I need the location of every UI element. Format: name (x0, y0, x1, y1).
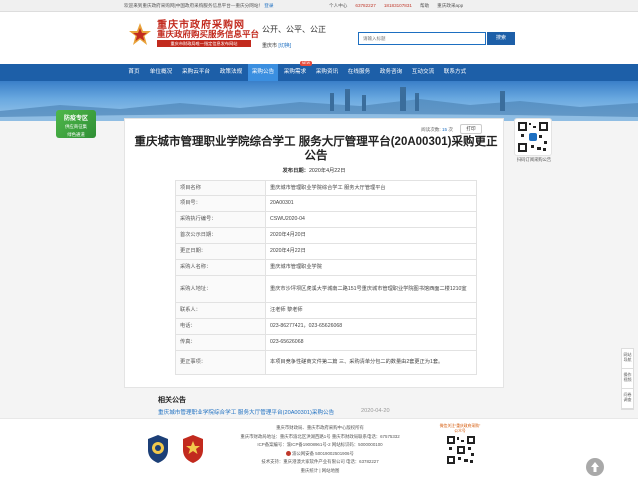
search-input[interactable] (358, 32, 486, 45)
row-value: 重庆市沙坪坝区虎溪大学城南二路151号重庆城市管理职业学院图书馆西面二楼1210… (265, 275, 477, 303)
row-key: 项目名称 (175, 180, 266, 196)
row-key: 电话： (175, 318, 266, 335)
nav-item-cloud[interactable]: 采购云平台 (178, 64, 214, 81)
nav-item-consult[interactable]: 政务咨询 (376, 64, 406, 81)
epidemic-promo-card[interactable]: 防疫专区 供应商征集 绿色通道 (56, 110, 96, 138)
tool-site-nav[interactable]: 网站导航 (622, 349, 633, 369)
row-key: 首次公示日期： (175, 227, 266, 244)
table-row: 项目号： 20A00301 (175, 195, 477, 212)
nav-item-announcement[interactable]: 采购公告 (248, 64, 278, 81)
side-qr-caption: 扫码订阅采购公告 (516, 157, 552, 162)
table-row: 电话： 023-86277421，023-65626068 (175, 318, 477, 335)
phone-number: 63782227 (355, 3, 376, 8)
row-key: 联系人： (175, 302, 266, 319)
logo-tagline: 重庆市财政局唯一指定信息发布网站 (157, 40, 251, 47)
tool-survey[interactable]: 问卷调查 (622, 389, 633, 409)
slogan: 公开、公平、公正 (262, 25, 326, 34)
top-bar: 欢迎来到重庆政府采购网|中国政府采购服务信息平台—重庆分网站！ 登录 个人中心 … (0, 0, 638, 12)
promo-line-1: 供应商征集 (65, 124, 87, 129)
row-value: 20A00301 (265, 195, 477, 212)
footer-address: 重庆市财政局地址：重庆市渝北区洪湖西路1号 重庆市财政局联系电话：6757533… (240, 433, 400, 439)
row-value: 023-86277421，023-65626068 (265, 318, 477, 335)
back-to-top-button[interactable] (586, 458, 604, 476)
promo-line-2: 绿色通道 (67, 131, 85, 137)
table-row: 采购人地址： 重庆市沙坪坝区虎溪大学城南二路151号重庆城市管理职业学院图书馆西面… (175, 275, 477, 303)
police-badge-icon (286, 451, 292, 457)
print-button[interactable]: 打印 (460, 124, 482, 134)
search-button[interactable]: 搜索 (487, 32, 515, 45)
floating-tools: 网站导航 操作视频 问卷调查 (621, 348, 634, 410)
subscribe-qr-code (514, 118, 552, 156)
row-value: 重庆城市管理职业学院综合学工 服务大厅管理平台 (265, 180, 477, 196)
nav-item-online-service[interactable]: 在线服务 (344, 64, 374, 81)
new-badge: NEW (299, 61, 312, 66)
help-link[interactable]: 帮助 (420, 0, 429, 12)
login-link[interactable]: 登录 (264, 3, 273, 8)
row-key: 项目号： (175, 195, 266, 212)
row-key: 采购人地址： (175, 275, 266, 303)
wechat-qr-caption: 微信关注“重庆政府采购” 公众号 (439, 424, 481, 433)
nav-item-home[interactable]: 首页 (124, 64, 144, 81)
table-row: 联系人： 汪老师 黎老师 (175, 302, 477, 319)
police-emblem-icon[interactable] (146, 434, 170, 464)
nav-item-policy[interactable]: 政策法规 (216, 64, 246, 81)
table-row: 更正事项： 本项目竞争性磋商文件第二篇 三、采购清单分包二的数量由2套更正为1套。 (175, 350, 477, 375)
app-link[interactable]: 重庆政采app (437, 0, 463, 12)
row-value: 汪老师 黎老师 (265, 302, 477, 319)
phone-number-2: 18183107831 (383, 3, 412, 8)
table-row: 首次公示日期： 2020年4月20日 (175, 227, 477, 244)
row-key: 更正日期： (175, 243, 266, 260)
row-key: 采购人名称： (175, 259, 266, 276)
row-value: 2020年4月22日 (265, 243, 477, 260)
footer-copyright: 重庆市财政局、重庆市政府采购中心版权所有 (276, 425, 364, 430)
related-title: 相关公告 (158, 397, 186, 404)
promo-title: 防疫专区 (63, 116, 88, 122)
article-title: 重庆城市管理职业学院综合学工 服务大厅管理平台(20A00301)采购更正公告 (134, 136, 498, 162)
related-link[interactable]: 重庆城市管理职业学院综合学工 服务大厅管理平台(20A00301)采购公告 (158, 408, 334, 416)
row-value: 重庆城市管理职业学院 (265, 259, 477, 276)
arrow-up-icon (591, 462, 599, 472)
footer-info: 重庆市财政局、重庆市政府采购中心版权所有 重庆市财政局地址：重庆市渝北区洪湖西路… (200, 424, 440, 476)
site-logo-icon[interactable] (128, 22, 152, 48)
footer-links[interactable]: 重庆统计 | 网站地图 (200, 467, 440, 476)
footer-police: 渝公网安备 50019002501906号 (200, 450, 440, 459)
nav-item-interact[interactable]: 互动交流 (408, 64, 438, 81)
row-value: CSWU2020-04 (265, 211, 477, 228)
table-row: 项目名称 重庆城市管理职业学院综合学工 服务大厅管理平台 (175, 180, 477, 196)
region-selector[interactable]: 重庆市 [切换] (262, 42, 291, 49)
tool-video[interactable]: 操作视频 (622, 369, 633, 389)
row-key: 更正事项： (175, 350, 266, 375)
footer-support: 技术支持：重庆港澳大家软件产业有限公司 电话：63782227 (261, 459, 379, 465)
row-key: 采购执行编号： (175, 211, 266, 228)
row-key: 传真： (175, 334, 266, 351)
related-date: 2020-04-20 (361, 408, 390, 414)
main-nav: 首页 单位概况 采购云平台 政策法规 采购公告 采购需求 NEW 采购资讯 在线服… (0, 61, 638, 81)
table-row: 传真： 023-65626068 (175, 334, 477, 351)
logo-subtitle: 重庆政府购买服务信息平台 (157, 29, 260, 39)
row-value: 023-65626068 (265, 334, 477, 351)
nav-item-demand[interactable]: 采购需求 NEW (280, 61, 312, 81)
table-row: 更正日期： 2020年4月22日 (175, 243, 477, 260)
wechat-qr-icon (447, 436, 475, 464)
site-header (0, 12, 638, 64)
qr-code-icon (518, 122, 548, 152)
welcome-text: 欢迎来到重庆政府采购网|中国政府采购服务信息平台—重庆分网站！ 登录 (124, 3, 274, 8)
footer-icp: ICP备案编号：渝ICP备19008961号-2 网站标识码：500000010… (257, 442, 383, 448)
nav-item-news[interactable]: 采购资讯 (312, 64, 342, 81)
row-value: 本项目竞争性磋商文件第二篇 三、采购清单分包二的数量由2套更正为1套。 (265, 350, 477, 375)
wechat-qr-code (446, 435, 476, 465)
nav-item-contact[interactable]: 联系方式 (440, 64, 470, 81)
table-row: 采购执行编号： CSWU2020-04 (175, 211, 477, 228)
view-count: 阅读次数: 15 次 (421, 127, 453, 132)
announcement-table: 项目名称 重庆城市管理职业学院综合学工 服务大厅管理平台 项目号： 20A00301… (175, 180, 477, 375)
row-value: 2020年4月20日 (265, 227, 477, 244)
publish-date: 发布日期：2020年4月22日 (282, 168, 346, 174)
personal-center-link[interactable]: 个人中心 (329, 0, 347, 12)
table-row: 采购人名称： 重庆城市管理职业学院 (175, 259, 477, 276)
nav-item-overview[interactable]: 单位概况 (146, 64, 176, 81)
top-bar-right: 个人中心 63782227 18183107831 帮助 重庆政采app (329, 0, 463, 12)
